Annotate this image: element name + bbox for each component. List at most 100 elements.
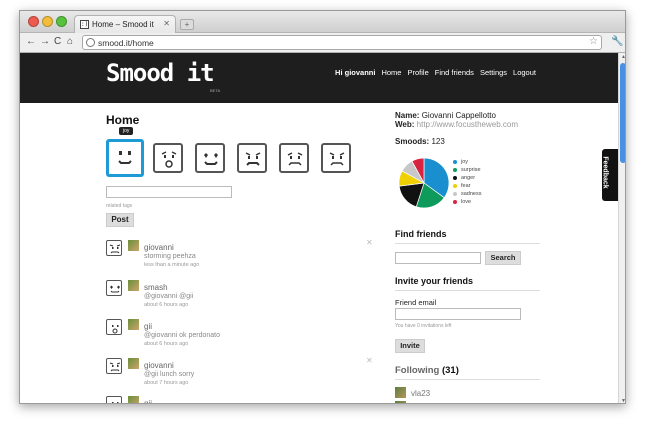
avatar[interactable] xyxy=(128,396,139,403)
feed-user[interactable]: giovanni xyxy=(144,361,174,370)
feed-user[interactable]: gii xyxy=(144,322,152,331)
friend-email-label: Friend email xyxy=(395,298,437,307)
nav-find-friends[interactable]: Find friends xyxy=(435,68,474,77)
mood-love-button[interactable] xyxy=(195,143,225,173)
following-count: (31) xyxy=(441,365,459,376)
reload-icon[interactable]: C xyxy=(54,36,61,48)
feed-message: @gii lunch sorry xyxy=(144,371,195,378)
avatar[interactable] xyxy=(128,319,139,330)
post-button[interactable]: Post xyxy=(106,213,134,227)
feed-item: gii @giovanni ok perdonato about 6 hours… xyxy=(106,319,376,355)
feed-item: giovanni storming peehza less than a min… xyxy=(106,238,376,276)
feed-user[interactable]: smash xyxy=(144,283,168,292)
new-tab-button[interactable]: + xyxy=(180,19,194,30)
legend-swatch xyxy=(453,176,457,180)
anger-face-icon xyxy=(106,358,122,374)
feed-time: about 7 hours ago xyxy=(144,380,189,386)
zoom-window-button[interactable] xyxy=(56,16,67,27)
avatar[interactable] xyxy=(128,240,139,251)
forward-icon[interactable]: → xyxy=(40,36,50,48)
sadness-face-icon xyxy=(287,152,303,166)
avatar[interactable] xyxy=(395,387,406,398)
bookmark-star-icon[interactable]: ☆ xyxy=(589,36,598,47)
title-bar: :) Home – Smood it ✕ + xyxy=(20,11,625,33)
fear-face-icon xyxy=(329,152,345,166)
following-item[interactable]: vla23 xyxy=(395,387,515,399)
feed-message: @giovanni @gii xyxy=(144,293,194,300)
scroll-down-icon[interactable]: ▼ xyxy=(620,398,625,403)
mood-pie-chart xyxy=(398,157,450,209)
nav-home[interactable]: Home xyxy=(381,68,401,77)
nav-settings[interactable]: Settings xyxy=(480,68,507,77)
feedback-label: Feedback xyxy=(601,156,609,189)
following-user[interactable]: vla23 xyxy=(411,389,430,398)
address-bar[interactable]: smood.it/home ☆ xyxy=(82,35,602,50)
feed-time: less than a minute ago xyxy=(144,262,200,268)
feed-time: about 6 hours ago xyxy=(144,302,189,308)
mood-surprise-button[interactable] xyxy=(153,143,183,173)
mood-sadness-button[interactable] xyxy=(279,143,309,173)
feed-message: storming peehza xyxy=(144,253,196,260)
profile-name: Name: Giovanni Cappellotto xyxy=(395,111,496,120)
avatar[interactable] xyxy=(128,358,139,369)
scroll-up-icon[interactable]: ▲ xyxy=(620,54,625,60)
scroll-thumb[interactable] xyxy=(620,63,625,163)
web-link[interactable]: http://www.focustheweb.com xyxy=(417,120,518,129)
invitations-left: You have 0 invitations left xyxy=(395,323,452,329)
friend-email-input[interactable] xyxy=(395,308,521,320)
logo[interactable]: Smood it xyxy=(106,59,215,87)
legend-swatch xyxy=(453,184,457,188)
main-nav: Hi giovanni Home Profile Find friends Se… xyxy=(335,68,536,77)
surprise-face-icon xyxy=(106,396,122,403)
mood-anger-button[interactable] xyxy=(237,143,267,173)
related-tags-label: related tags xyxy=(106,203,133,209)
pie-legend: joy surprise anger fear sadness love xyxy=(453,158,482,206)
mood-joy-button[interactable] xyxy=(106,139,144,177)
following-item[interactable]: ceciness xyxy=(395,401,515,404)
browser-window: :) Home – Smood it ✕ + ← → C ⌂ smood.it/… xyxy=(19,10,626,404)
vertical-scrollbar[interactable]: ▲ ▼ xyxy=(618,53,625,403)
legend-item-surprise: surprise xyxy=(453,166,482,174)
legend-label: joy xyxy=(461,159,469,165)
legend-swatch xyxy=(453,160,457,164)
feed-user[interactable]: gii xyxy=(144,399,152,403)
find-friends-input[interactable] xyxy=(395,252,481,264)
following-user[interactable]: ceciness xyxy=(411,403,442,404)
home-icon[interactable]: ⌂ xyxy=(67,36,73,48)
feed-item: smash @giovanni @gii about 6 hours ago xyxy=(106,280,376,316)
avatar[interactable] xyxy=(395,401,406,403)
joy-face-icon xyxy=(118,151,132,164)
legend-swatch xyxy=(453,200,457,204)
minimize-window-button[interactable] xyxy=(42,16,53,27)
globe-icon xyxy=(86,38,95,47)
invite-title: Invite your friends xyxy=(395,276,474,286)
status-input[interactable] xyxy=(106,186,232,198)
avatar[interactable] xyxy=(128,280,139,291)
nav-profile[interactable]: Profile xyxy=(407,68,428,77)
legend-item-love: love xyxy=(453,198,482,206)
wrench-icon[interactable]: 🔧 xyxy=(611,36,623,47)
logo-beta: BETA xyxy=(210,88,221,93)
web-label: Web: xyxy=(395,120,415,129)
feed-user[interactable]: giovanni xyxy=(144,243,174,252)
surprise-face-icon xyxy=(161,151,177,168)
url-text[interactable]: smood.it/home xyxy=(98,38,154,48)
name-value: Giovanni Cappellotto xyxy=(421,111,496,120)
browser-tab[interactable]: :) Home – Smood it ✕ xyxy=(74,15,176,33)
back-icon[interactable]: ← xyxy=(26,36,36,48)
legend-label: anger xyxy=(461,175,476,181)
feedback-tab[interactable]: Feedback xyxy=(602,149,618,201)
legend-label: love xyxy=(461,199,472,205)
legend-label: sadness xyxy=(461,191,482,197)
tab-close-icon[interactable]: ✕ xyxy=(163,19,170,28)
invite-button[interactable]: Invite xyxy=(395,339,425,353)
search-button[interactable]: Search xyxy=(485,251,521,265)
feed-item: giovanni @gii lunch sorry about 7 hours … xyxy=(106,356,376,394)
delete-icon[interactable]: ✕ xyxy=(366,238,373,247)
nav-logout[interactable]: Logout xyxy=(513,68,536,77)
delete-icon[interactable]: ✕ xyxy=(366,356,373,365)
love-face-icon xyxy=(106,280,122,296)
mood-fear-button[interactable] xyxy=(321,143,351,173)
name-label: Name: xyxy=(395,111,420,120)
close-window-button[interactable] xyxy=(28,16,39,27)
